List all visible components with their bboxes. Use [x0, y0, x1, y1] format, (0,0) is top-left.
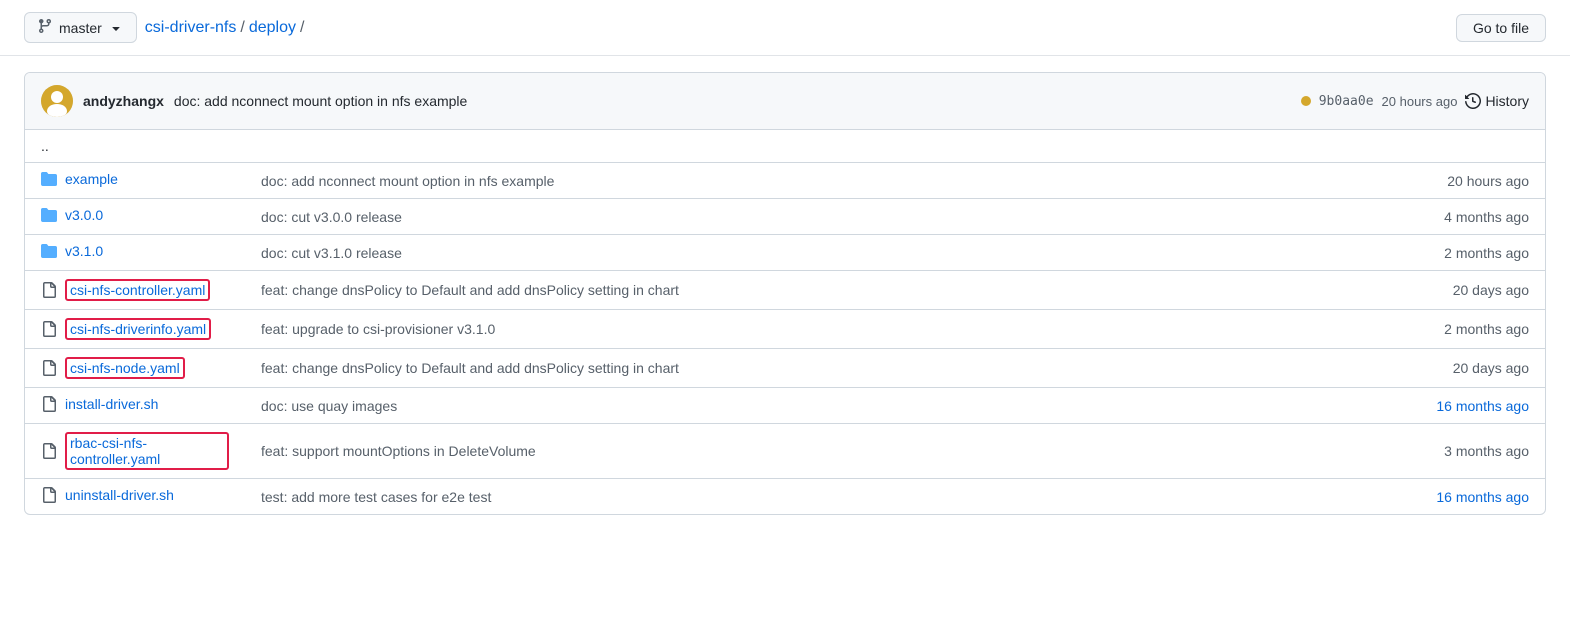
table-row: csi-nfs-driverinfo.yaml feat: upgrade to… — [25, 310, 1545, 349]
file-name-highlighted-link[interactable]: csi-nfs-driverinfo.yaml — [65, 318, 211, 340]
parent-dir-row: .. — [25, 130, 1545, 163]
parent-dir-time — [1385, 130, 1545, 163]
file-name-link[interactable]: example — [65, 171, 118, 187]
folder-icon — [41, 207, 57, 223]
top-bar-left: master csi-driver-nfs / deploy / — [24, 12, 304, 43]
file-name-highlighted-link[interactable]: csi-nfs-node.yaml — [65, 357, 185, 379]
commit-time: 20 hours ago — [1382, 94, 1458, 109]
chevron-down-icon — [108, 20, 124, 36]
repo-container: andyzhangx doc: add nconnect mount optio… — [24, 72, 1546, 515]
time-cell: 20 days ago — [1385, 349, 1545, 388]
time-cell-blue: 16 months ago — [1385, 388, 1545, 424]
file-icon: install-driver.sh — [41, 396, 158, 412]
commit-author[interactable]: andyzhangx — [83, 93, 164, 109]
commit-msg-cell: feat: support mountOptions in DeleteVolu… — [245, 424, 1385, 479]
parent-dir-message — [245, 130, 1385, 163]
commit-bar-right: 9b0aa0e 20 hours ago History — [1301, 93, 1529, 109]
history-label: History — [1485, 93, 1529, 109]
top-bar: master csi-driver-nfs / deploy / Go to f… — [0, 0, 1570, 56]
commit-message: doc: add nconnect mount option in nfs ex… — [174, 93, 467, 109]
commit-msg-cell: doc: use quay images — [245, 388, 1385, 424]
history-icon — [1465, 93, 1481, 109]
commit-msg-cell: feat: change dnsPolicy to Default and ad… — [245, 271, 1385, 310]
file-icon: uninstall-driver.sh — [41, 487, 174, 503]
file-name-link[interactable]: install-driver.sh — [65, 396, 158, 412]
file-name-link[interactable]: v3.0.0 — [65, 207, 103, 223]
table-row: v3.1.0 doc: cut v3.1.0 release 2 months … — [25, 235, 1545, 271]
file-name-link[interactable]: v3.1.0 — [65, 243, 103, 259]
file-icon: v3.0.0 — [41, 207, 103, 223]
file-name-link[interactable]: uninstall-driver.sh — [65, 487, 174, 503]
table-row: example doc: add nconnect mount option i… — [25, 163, 1545, 199]
time-cell: 3 months ago — [1385, 424, 1545, 479]
commit-msg-cell: doc: cut v3.0.0 release — [245, 199, 1385, 235]
commit-hash[interactable]: 9b0aa0e — [1319, 94, 1374, 109]
commit-msg-cell: feat: upgrade to csi-provisioner v3.1.0 — [245, 310, 1385, 349]
file-name-highlighted-link[interactable]: csi-nfs-controller.yaml — [65, 279, 210, 301]
breadcrumb-folder-link[interactable]: deploy — [249, 19, 296, 37]
file-name-highlighted-link[interactable]: rbac-csi-nfs-controller.yaml — [65, 432, 229, 470]
table-row: csi-nfs-controller.yaml feat: change dns… — [25, 271, 1545, 310]
file-icon: csi-nfs-driverinfo.yaml — [41, 318, 211, 340]
file-icon: rbac-csi-nfs-controller.yaml — [41, 432, 229, 470]
go-to-file-button[interactable]: Go to file — [1456, 14, 1546, 42]
time-cell: 20 hours ago — [1385, 163, 1545, 199]
branch-name: master — [59, 20, 102, 36]
table-row: rbac-csi-nfs-controller.yaml feat: suppo… — [25, 424, 1545, 479]
file-doc-icon — [41, 487, 57, 503]
parent-dir-link[interactable]: .. — [41, 138, 49, 154]
table-row: v3.0.0 doc: cut v3.0.0 release 4 months … — [25, 199, 1545, 235]
avatar — [41, 85, 73, 117]
commit-msg-cell: feat: change dnsPolicy to Default and ad… — [245, 349, 1385, 388]
time-cell: 4 months ago — [1385, 199, 1545, 235]
time-cell-blue: 16 months ago — [1385, 479, 1545, 515]
time-cell: 20 days ago — [1385, 271, 1545, 310]
folder-icon — [41, 171, 57, 187]
file-doc-icon — [41, 443, 57, 459]
commit-msg-cell: doc: add nconnect mount option in nfs ex… — [245, 163, 1385, 199]
file-icon: csi-nfs-controller.yaml — [41, 279, 210, 301]
file-doc-icon — [41, 321, 57, 337]
table-row: csi-nfs-node.yaml feat: change dnsPolicy… — [25, 349, 1545, 388]
time-cell: 2 months ago — [1385, 310, 1545, 349]
file-icon: v3.1.0 — [41, 243, 103, 259]
commit-bar: andyzhangx doc: add nconnect mount optio… — [25, 73, 1545, 130]
history-link[interactable]: History — [1465, 93, 1529, 109]
folder-icon — [41, 243, 57, 259]
file-icon: csi-nfs-node.yaml — [41, 357, 185, 379]
parent-dir-cell: .. — [25, 130, 245, 163]
file-doc-icon — [41, 396, 57, 412]
breadcrumb-repo-link[interactable]: csi-driver-nfs — [145, 19, 237, 37]
breadcrumb: csi-driver-nfs / deploy / — [145, 19, 305, 37]
commit-msg-cell: test: add more test cases for e2e test — [245, 479, 1385, 515]
table-row: uninstall-driver.sh test: add more test … — [25, 479, 1545, 515]
table-row: install-driver.sh doc: use quay images 1… — [25, 388, 1545, 424]
file-table: .. example doc: add nconnect mount opti — [25, 130, 1545, 514]
time-cell: 2 months ago — [1385, 235, 1545, 271]
branch-icon — [37, 18, 53, 37]
file-doc-icon — [41, 282, 57, 298]
commit-status-dot — [1301, 96, 1311, 106]
commit-bar-left: andyzhangx doc: add nconnect mount optio… — [41, 85, 467, 117]
breadcrumb-sep1: / — [240, 19, 244, 37]
branch-selector[interactable]: master — [24, 12, 137, 43]
file-icon: example — [41, 171, 118, 187]
commit-msg-cell: doc: cut v3.1.0 release — [245, 235, 1385, 271]
breadcrumb-sep2: / — [300, 19, 304, 37]
file-doc-icon — [41, 360, 57, 376]
